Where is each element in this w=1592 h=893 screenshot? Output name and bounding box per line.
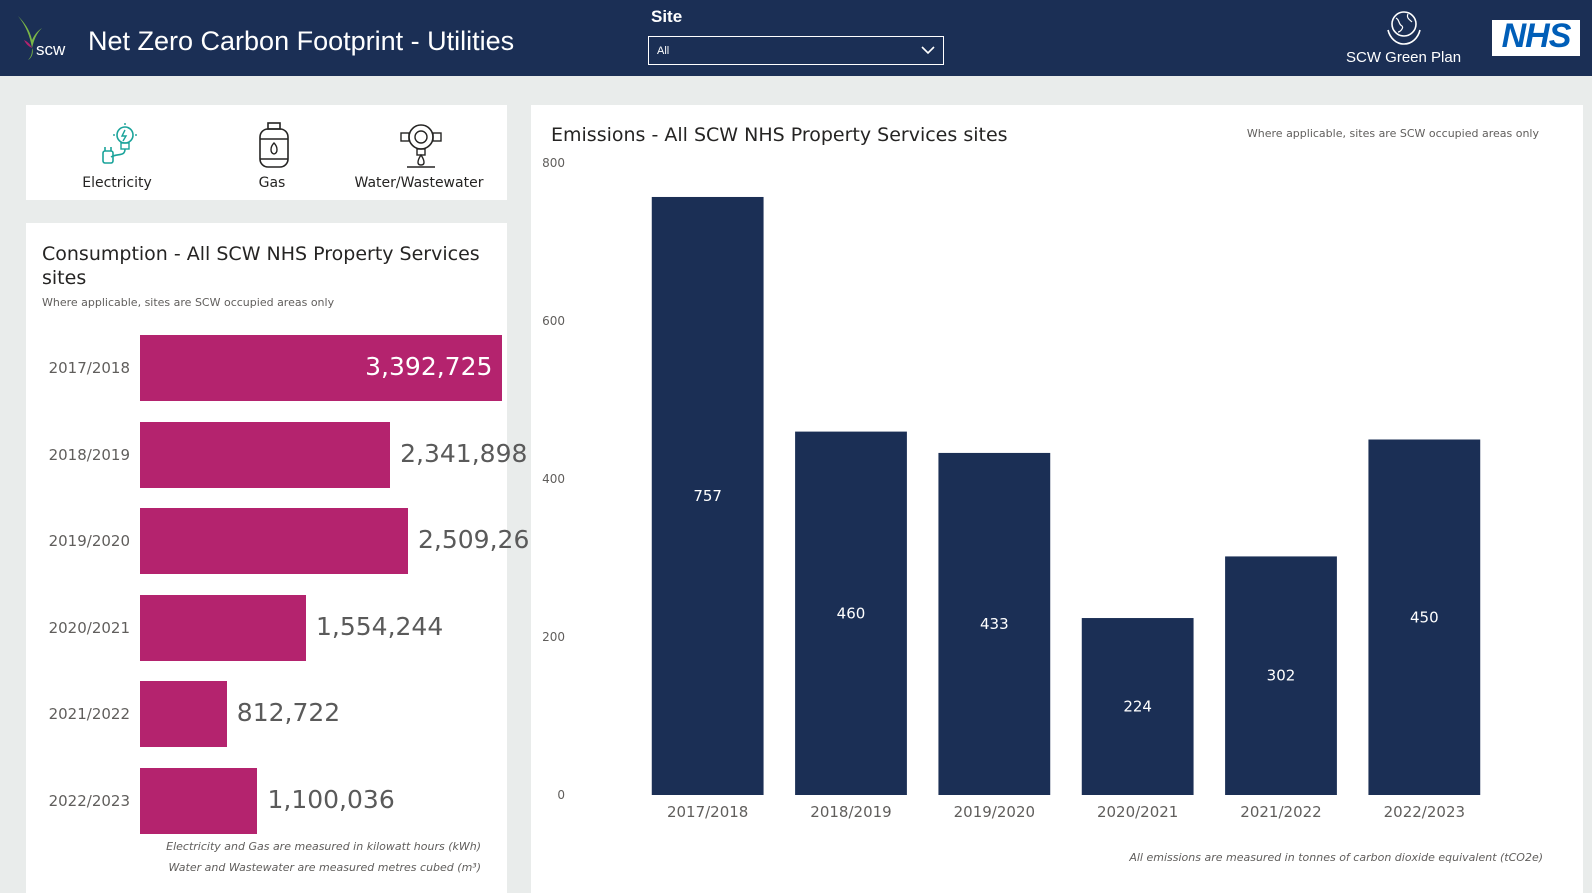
- emissions-value-label: 224: [1123, 698, 1152, 716]
- consumption-category-label: 2022/2023: [48, 791, 130, 810]
- consumption-bar-row[interactable]: 2017/2018 3,392,725: [26, 335, 507, 401]
- consumption-category-label: 2018/2019: [48, 445, 130, 464]
- y-tick-label: 600: [542, 314, 565, 328]
- globe-hands-icon[interactable]: [1384, 8, 1424, 48]
- y-tick-label: 0: [557, 788, 565, 802]
- x-tick-label: 2021/2022: [1240, 803, 1321, 821]
- x-tick-label: 2018/2019: [810, 803, 891, 821]
- consumption-subtitle: Where applicable, sites are SCW occupied…: [42, 296, 335, 309]
- green-plan-link[interactable]: SCW Green Plan: [1346, 49, 1461, 66]
- y-tick-label: 800: [542, 156, 565, 170]
- consumption-bar[interactable]: [140, 508, 409, 574]
- x-tick-label: 2022/2023: [1384, 803, 1465, 821]
- consumption-value-label: 3,392,725: [365, 352, 493, 381]
- y-tick-label: 400: [542, 472, 565, 486]
- page-title: Net Zero Carbon Footprint - Utilities: [88, 26, 515, 56]
- emissions-note: All emissions are measured in tonnes of …: [1129, 851, 1543, 864]
- utility-electricity-button[interactable]: Electricity: [37, 105, 197, 200]
- emissions-title: Emissions - All SCW NHS Property Service…: [551, 124, 1008, 146]
- x-tick-label: 2020/2021: [1097, 803, 1178, 821]
- gas-icon: [259, 122, 289, 168]
- consumption-bar-row[interactable]: 2020/2021 1,554,244: [26, 594, 507, 661]
- emissions-panel: 0 200 400 600 800 757 2017/2018 460 2018/2019 433…: [531, 105, 1583, 893]
- utility-water-button[interactable]: Water/Wastewater: [339, 105, 499, 200]
- site-dropdown-value: All: [657, 45, 670, 57]
- utility-label: Gas: [258, 175, 286, 191]
- consumption-bar[interactable]: [140, 421, 391, 488]
- consumption-category-label: 2021/2022: [48, 705, 130, 723]
- utility-selector-panel: Electricity Gas Water/Wastewater: [26, 105, 507, 200]
- consumption-bar[interactable]: [140, 767, 258, 834]
- emissions-value-label: 450: [1410, 608, 1439, 626]
- consumption-bar-row[interactable]: 2019/2020 2,509,261: [26, 508, 545, 574]
- consumption-category-label: 2019/2020: [48, 532, 130, 550]
- x-tick-label: 2017/2018: [667, 803, 748, 821]
- utility-label: Water/Wastewater: [354, 175, 484, 191]
- nhs-logo: NHS: [1492, 17, 1580, 56]
- consumption-title: Consumption - All SCW NHS Property Servi…: [42, 243, 480, 289]
- water-icon: [400, 124, 442, 168]
- emissions-bar-chart: 0 200 400 600 800 757 2017/2018 460 2018/2019 433…: [542, 156, 1481, 821]
- consumption-bar-row[interactable]: 2022/2023 1,100,036: [26, 767, 507, 834]
- emissions-subtitle: Where applicable, sites are SCW occupied…: [1246, 127, 1539, 140]
- emissions-value-label: 302: [1267, 667, 1296, 685]
- site-filter-label: Site: [651, 7, 683, 26]
- header-bar: scw Net Zero Carbon Footprint - Utilitie…: [0, 0, 1592, 76]
- consumption-note-water: Water and Wastewater are measured metres…: [168, 861, 481, 874]
- consumption-bar[interactable]: [140, 594, 306, 661]
- x-tick-label: 2019/2020: [954, 803, 1035, 821]
- utility-label: Electricity: [82, 175, 152, 191]
- emissions-value-label: 460: [837, 604, 866, 622]
- emissions-value-label: 757: [693, 487, 722, 505]
- consumption-category-label: 2017/2018: [48, 359, 130, 377]
- logo-text: scw: [36, 40, 66, 59]
- emissions-value-label: 433: [980, 615, 1009, 633]
- y-tick-label: 200: [542, 630, 565, 644]
- consumption-value-label: 2,341,898: [400, 438, 528, 468]
- consumption-value-label: 812,722: [236, 698, 341, 727]
- consumption-category-label: 2020/2021: [48, 618, 130, 637]
- site-dropdown[interactable]: All: [648, 36, 944, 65]
- consumption-value-label: 1,100,036: [267, 784, 395, 814]
- chevron-down-icon: [921, 46, 935, 55]
- consumption-bar-row[interactable]: 2021/2022 812,722: [26, 681, 507, 747]
- consumption-value-label: 2,509,261: [418, 525, 546, 554]
- consumption-value-label: 1,554,244: [316, 611, 444, 641]
- consumption-bar-row[interactable]: 2018/2019 2,341,898: [26, 421, 527, 488]
- consumption-panel: Consumption - All SCW NHS Property Servi…: [26, 223, 545, 893]
- consumption-bar[interactable]: [140, 681, 227, 747]
- utility-gas-button[interactable]: Gas: [192, 105, 352, 200]
- consumption-note-energy: Electricity and Gas are measured in kilo…: [166, 840, 481, 853]
- electricity-icon: [102, 123, 137, 164]
